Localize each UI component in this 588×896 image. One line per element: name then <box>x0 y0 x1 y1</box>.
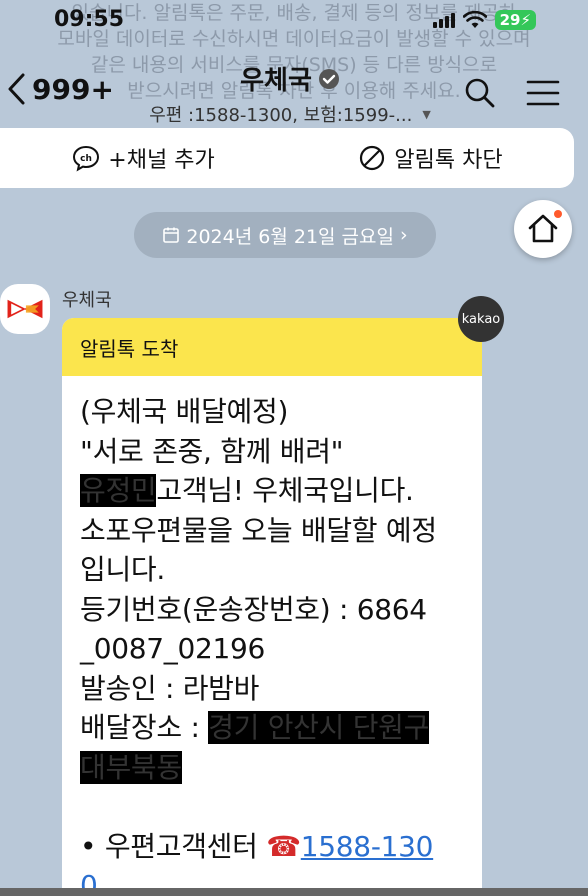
bottom-strip <box>0 888 588 896</box>
calendar-icon <box>163 227 180 243</box>
channel-action-bar: ch +채널 추가 알림톡 차단 <box>0 128 574 188</box>
svg-text:ch: ch <box>80 154 92 164</box>
channel-subtitle: 우편 :1588-1300, 보험:1599-... <box>149 105 413 126</box>
message-line: 소포우편물을 오늘 배달할 예정 <box>80 513 437 547</box>
avatar[interactable] <box>0 284 50 334</box>
redacted-address-2: 대부북동 <box>80 750 182 784</box>
message-line: 배달장소 : 경기 안산시 단원구 <box>80 708 464 748</box>
block-label: 알림톡 차단 <box>394 148 503 173</box>
korea-post-logo-icon <box>7 299 43 319</box>
center-label: • 우편고객센터 <box>80 829 267 863</box>
verified-badge-icon <box>318 68 339 89</box>
caret-down-icon: ▼ <box>422 107 431 121</box>
channel-title: 우체국 <box>240 66 312 96</box>
unread-count: 999+ <box>32 72 114 106</box>
battery-level: 29 <box>499 11 521 29</box>
kakao-badge: kakao <box>458 296 504 342</box>
menu-icon[interactable] <box>525 78 561 108</box>
chat-header: 있습니다. 알림톡은 주문, 배송, 결제 등의 정보를 제공하 모바일 데이터… <box>0 0 588 128</box>
block-alimtalk-button[interactable]: 알림톡 차단 <box>287 128 574 188</box>
message-line: 발송인 : 라밤바 <box>80 671 260 705</box>
date-label: 2024년 6월 21일 금요일 <box>186 225 394 248</box>
message-line: _0087_02196 <box>80 632 266 665</box>
add-channel-label: +채널 추가 <box>108 148 215 173</box>
notification-dot <box>554 210 562 218</box>
wifi-icon <box>462 11 487 28</box>
chevron-right-icon: › <box>400 224 408 246</box>
redacted-address: 경기 안산시 단원구 <box>208 711 430 744</box>
home-button[interactable] <box>514 200 572 258</box>
greeting-text: 고객님! 우체국입니다. <box>156 474 414 507</box>
message-line: 등기번호(운송장번호) : 6864 <box>80 592 427 626</box>
redacted-name: 유정민 <box>80 474 157 507</box>
message-line: (우체국 배달예정) <box>80 395 289 428</box>
chevron-left-icon <box>8 73 25 105</box>
date-pill[interactable]: 2024년 6월 21일 금요일 › <box>134 212 436 258</box>
channel-title-area[interactable]: 우체국 우편 :1588-1300, 보험:1599-... ▼ <box>120 60 460 127</box>
status-icons: 29⚡ <box>432 10 536 30</box>
block-icon <box>360 145 385 171</box>
telephone-icon: ☎ <box>266 829 301 863</box>
message-card[interactable]: 알림톡 도착 (우체국 배달예정) "서로 존중, 함께 배려" 유정민고객님!… <box>62 318 482 896</box>
message-line: "서로 존중, 함께 배려" <box>80 434 344 468</box>
add-channel-button[interactable]: ch +채널 추가 <box>0 128 287 188</box>
card-header: 알림톡 도착 <box>62 318 482 376</box>
message-line: 입니다. <box>80 553 165 586</box>
message-body: (우체국 배달예정) "서로 존중, 함께 배려" 유정민고객님! 우체국입니다… <box>62 376 482 896</box>
search-icon[interactable] <box>463 76 497 110</box>
message-line: • 우편고객센터 ☎1588-130 <box>80 827 464 867</box>
message-line: 유정민고객님! 우체국입니다. <box>80 471 464 511</box>
sender-name: 우체국 <box>62 290 112 311</box>
status-time: 09:55 <box>54 7 125 32</box>
message-line: 대부북동 <box>80 748 464 788</box>
address-label: 배달장소 : <box>80 711 209 744</box>
battery-icon: 29⚡ <box>494 10 536 30</box>
phone-link[interactable]: 1588-130 <box>301 830 434 863</box>
channel-add-icon: ch <box>73 145 100 172</box>
cellular-signal-icon <box>432 12 455 28</box>
back-button[interactable]: 999+ <box>6 72 114 106</box>
